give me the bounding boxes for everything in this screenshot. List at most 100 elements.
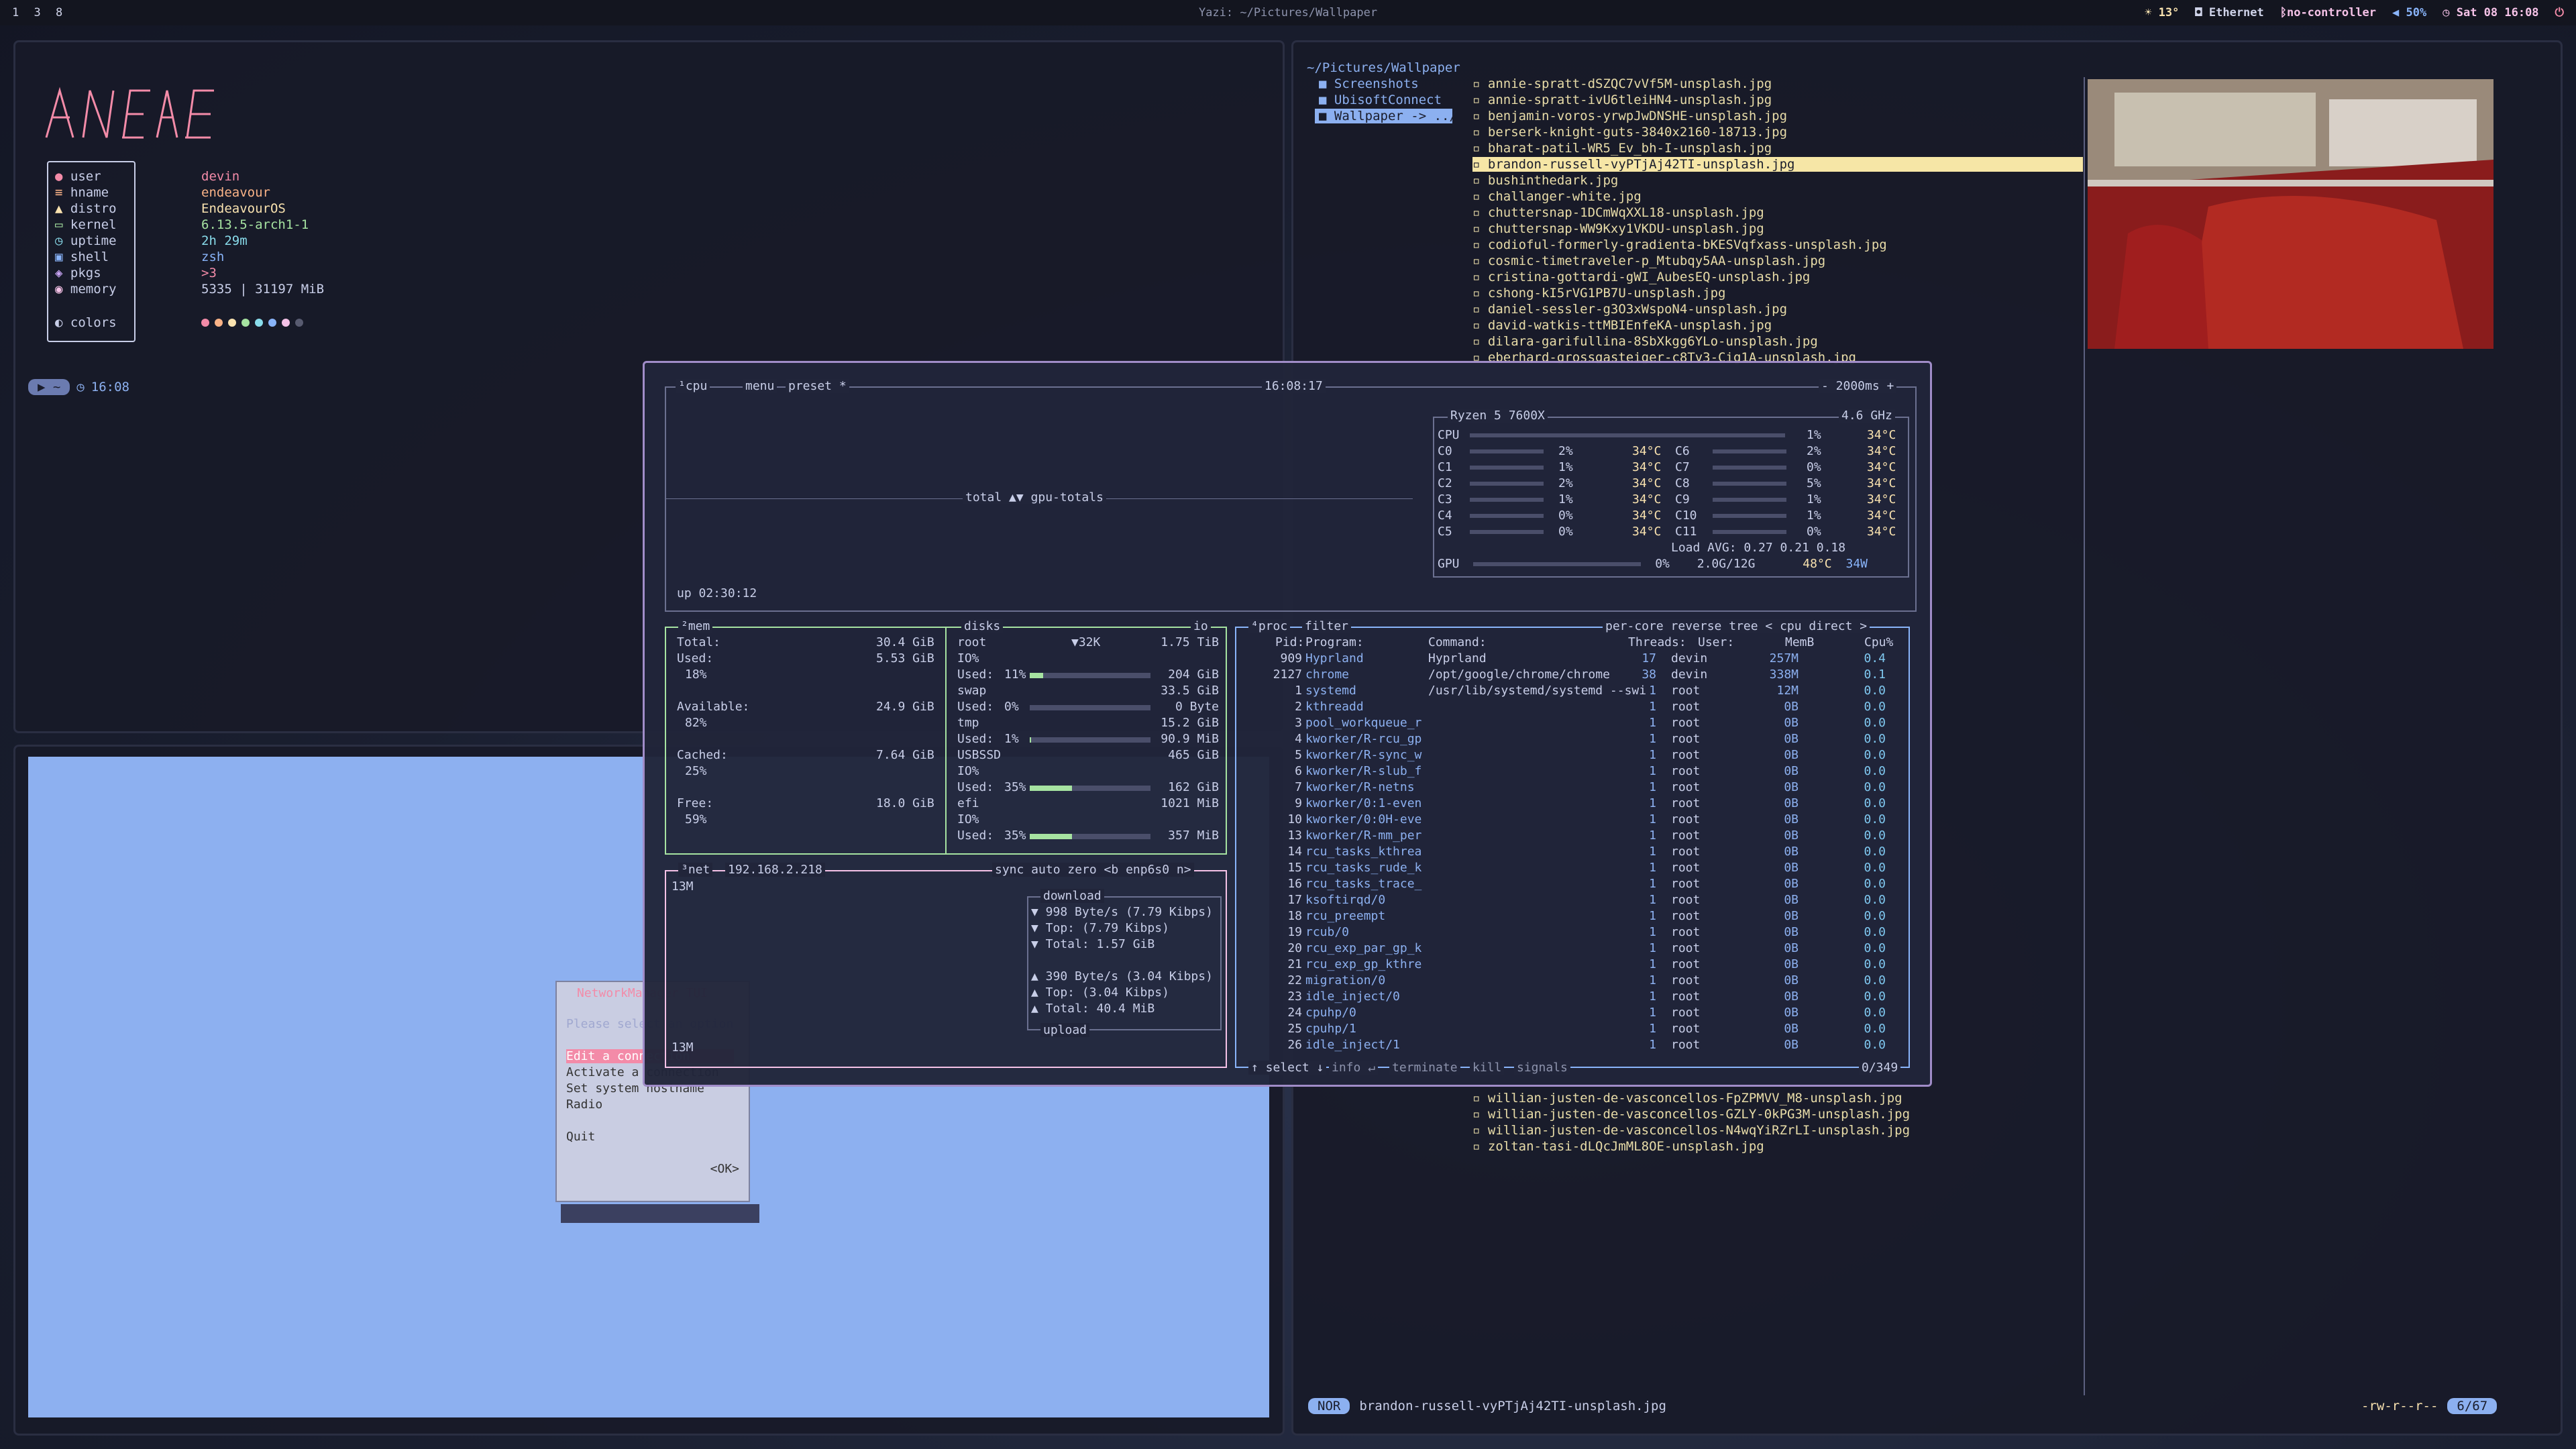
file-item[interactable]: ▫ daniel-sessler-g3O3xWspoN4-unsplash.jp… — [1472, 302, 1787, 317]
proc-user: root — [1671, 828, 1701, 843]
nmtui-item-radio[interactable]: Radio — [566, 1097, 602, 1112]
process-row[interactable]: 26 idle_inject/1 1 root 0B 0.0 — [1248, 1038, 1906, 1054]
process-row[interactable]: 7 kworker/R-netns 1 root 0B 0.0 — [1248, 780, 1906, 796]
cpu-tab[interactable]: ¹cpu — [676, 379, 710, 393]
file-item[interactable]: ▫ berserk-knight-guts-3840x2160-18713.jp… — [1472, 125, 1787, 140]
process-row[interactable]: 10 kworker/0:0H-eve 1 root 0B 0.0 — [1248, 812, 1906, 828]
bluetooth-widget[interactable]: ᛒno-controller — [2280, 6, 2376, 19]
file-item[interactable]: ▫ annie-spratt-ivU6tleiHN4-unsplash.jpg — [1472, 93, 1772, 107]
image-file-icon: ▫ — [1472, 334, 1488, 349]
proc-user: root — [1671, 973, 1701, 987]
file-item[interactable]: ▫ willian-justen-de-vasconcellos-N4wqYiR… — [1472, 1123, 1910, 1138]
process-row[interactable]: 25 cpuhp/1 1 root 0B 0.0 — [1248, 1022, 1906, 1038]
volume-widget[interactable]: ◀ 50% — [2392, 6, 2426, 19]
interval-control[interactable]: - 2000ms + — [1819, 379, 1897, 393]
network-widget[interactable]: ◘ Ethernet — [2195, 6, 2263, 19]
color-dot — [228, 319, 236, 327]
file-item[interactable]: ▫ annie-spratt-dSZQC7vVf5M-unsplash.jpg — [1472, 76, 1772, 91]
workspace-1[interactable]: 1 — [12, 6, 19, 19]
process-row[interactable]: 20 rcu_exp_par_gp_k 1 root 0B 0.0 — [1248, 941, 1906, 957]
process-row[interactable]: 24 cpuhp/0 1 root 0B 0.0 — [1248, 1006, 1906, 1022]
file-item[interactable]: ▫ dilara-garifullina-8SbXkgg6YLo-unsplas… — [1472, 334, 1818, 349]
file-label: willian-justen-de-vasconcellos-N4wqYiRZr… — [1487, 1123, 1911, 1138]
proc-program: cpuhp/0 — [1305, 1006, 1356, 1020]
proc-header-program[interactable]: Program: — [1305, 635, 1364, 649]
proc-header-mem[interactable]: MemB — [1785, 635, 1814, 649]
process-row[interactable]: 21 rcu_exp_gp_kthre 1 root 0B 0.0 — [1248, 957, 1906, 973]
proc-options[interactable]: per-core reverse tree < cpu direct > — [1603, 619, 1870, 633]
file-item[interactable]: ▫ david-watkis-ttMBIEnfeKA-unsplash.jpg — [1472, 318, 1772, 333]
proc-header-threads[interactable]: Threads: — [1628, 635, 1686, 649]
process-row[interactable]: 2127 chrome /opt/google/chrome/chrome 38… — [1248, 667, 1906, 684]
dir-item-current[interactable]: ■ Wallpaper -> ../ — [1315, 109, 1457, 123]
process-row[interactable]: 22 migration/0 1 root 0B 0.0 — [1248, 973, 1906, 989]
btop-window[interactable]: ¹cpu menu preset * 16:08:17 - 2000ms + t… — [643, 361, 1932, 1087]
file-item[interactable]: ▫ codioful-formerly-gradienta-bKESVqfxas… — [1472, 237, 1887, 252]
process-row[interactable]: 15 rcu_tasks_rude_k 1 root 0B 0.0 — [1248, 861, 1906, 877]
process-row[interactable]: 909 Hyprland Hyprland 17 devin 257M 0.4 — [1248, 651, 1906, 667]
proc-command: Hyprland — [1428, 651, 1487, 665]
clock-widget[interactable]: ◷ Sat 08 16:08 — [2443, 6, 2538, 19]
process-row[interactable]: 3 pool_workqueue_r 1 root 0B 0.0 — [1248, 716, 1906, 732]
proc-program: kthreadd — [1305, 700, 1364, 714]
file-item[interactable]: ▫ cristina-gottardi-gWI_AubesEQ-unsplash… — [1472, 270, 1810, 284]
process-row[interactable]: 14 rcu_tasks_kthrea 1 root 0B 0.0 — [1248, 845, 1906, 861]
dir-item[interactable]: ■ Screenshots — [1319, 76, 1419, 91]
process-row[interactable]: 5 kworker/R-sync_w 1 root 0B 0.0 — [1248, 748, 1906, 764]
proc-signals[interactable]: signals — [1514, 1061, 1570, 1075]
file-item[interactable]: ▫ cosmic-timetraveler-p_Mtubqy5AA-unspla… — [1472, 254, 1825, 268]
file-item[interactable]: ▫ challanger-white.jpg — [1472, 189, 1642, 204]
proc-threads: 1 — [1649, 845, 1656, 859]
file-item[interactable]: ▫ chuttersnap-1DCmWqXXL18-unsplash.jpg — [1472, 205, 1764, 220]
weather-widget[interactable]: ☀ 13° — [2145, 6, 2179, 19]
proc-header-cpu[interactable]: Cpu% — [1864, 635, 1893, 649]
workspace-3[interactable]: 3 — [34, 6, 41, 19]
net-options[interactable]: sync auto zero <b enp6s0 n> — [992, 863, 1194, 877]
proc-threads: 1 — [1649, 861, 1656, 875]
nmtui-item-quit[interactable]: Quit — [566, 1130, 595, 1144]
file-label: brandon-russell-vyPTjAj42TI-unsplash.jpg — [1487, 157, 1795, 172]
file-item[interactable]: ▫ bushinthedark.jpg — [1472, 173, 1618, 188]
file-item[interactable]: ▫ benjamin-voros-yrwpJwDNSHE-unsplash.jp… — [1472, 109, 1787, 123]
proc-terminate[interactable]: terminate — [1389, 1061, 1460, 1075]
proc-info[interactable]: info ↵ — [1329, 1061, 1379, 1075]
process-row[interactable]: 23 idle_inject/0 1 root 0B 0.0 — [1248, 989, 1906, 1006]
proc-header-command[interactable]: Command: — [1428, 635, 1487, 649]
process-row[interactable]: 1 systemd /usr/lib/systemd/systemd --swi… — [1248, 684, 1906, 700]
disk-size: 33.5 GiB — [1161, 684, 1219, 698]
preset-button[interactable]: preset * — [786, 379, 849, 393]
shell-prompt[interactable]: ▶ ~ ◷ 16:08 — [28, 379, 129, 395]
proc-count: 0/349 — [1859, 1061, 1901, 1075]
net-scale-bottom: 13M — [672, 1040, 694, 1055]
proc-select[interactable]: ↑ select ↓ — [1248, 1061, 1327, 1075]
file-item[interactable]: ▫ brandon-russell-vyPTjAj42TI-unsplash.j… — [1472, 157, 2083, 172]
process-row[interactable]: 4 kworker/R-rcu_gp 1 root 0B 0.0 — [1248, 732, 1906, 748]
file-item[interactable]: ▫ cshong-kI5rVG1PB7U-unsplash.jpg — [1472, 286, 1726, 301]
process-row[interactable]: 19 rcub/0 1 root 0B 0.0 — [1248, 925, 1906, 941]
file-item[interactable]: ▫ willian-justen-de-vasconcellos-GZLY-0k… — [1472, 1107, 1910, 1122]
proc-header-pid[interactable]: Pid: — [1275, 635, 1304, 649]
process-row[interactable]: 13 kworker/R-mm_per 1 root 0B 0.0 — [1248, 828, 1906, 845]
dir-item[interactable]: ■ UbisoftConnect — [1319, 93, 1442, 107]
workspace-8[interactable]: 8 — [56, 6, 62, 19]
process-row[interactable]: 16 rcu_tasks_trace_ 1 root 0B 0.0 — [1248, 877, 1906, 893]
file-item[interactable]: ▫ bharat-patil-WR5_Ev_bh-I-unsplash.jpg — [1472, 141, 1772, 156]
process-row[interactable]: 18 rcu_preempt 1 root 0B 0.0 — [1248, 909, 1906, 925]
disk-usage-bar — [1030, 737, 1150, 743]
nmtui-ok-button[interactable]: <OK> — [710, 1162, 739, 1176]
process-row[interactable]: 6 kworker/R-slub_f 1 root 0B 0.0 — [1248, 764, 1906, 780]
process-row[interactable]: 17 ksoftirqd/0 1 root 0B 0.0 — [1248, 893, 1906, 909]
fetch-value: 6.13.5-arch1-1 — [201, 217, 309, 232]
file-item[interactable]: ▫ willian-justen-de-vasconcellos-FpZPMVV… — [1472, 1091, 1902, 1106]
proc-filter[interactable]: filter — [1302, 619, 1352, 633]
file-item[interactable]: ▫ chuttersnap-WW9Kxy1VKDU-unsplash.jpg — [1472, 221, 1764, 236]
mem-available-value: 24.9 GiB — [876, 700, 934, 714]
proc-kill[interactable]: kill — [1470, 1061, 1505, 1075]
proc-header-user[interactable]: User: — [1698, 635, 1734, 649]
file-item[interactable]: ▫ zoltan-tasi-dLQcJmML8OE-unsplash.jpg — [1472, 1139, 1764, 1154]
menu-button[interactable]: menu — [743, 379, 777, 393]
power-icon[interactable]: ⏻ — [2555, 6, 2564, 19]
io-toggle[interactable]: io — [1191, 619, 1211, 633]
process-row[interactable]: 9 kworker/0:1-even 1 root 0B 0.0 — [1248, 796, 1906, 812]
process-row[interactable]: 2 kthreadd 1 root 0B 0.0 — [1248, 700, 1906, 716]
